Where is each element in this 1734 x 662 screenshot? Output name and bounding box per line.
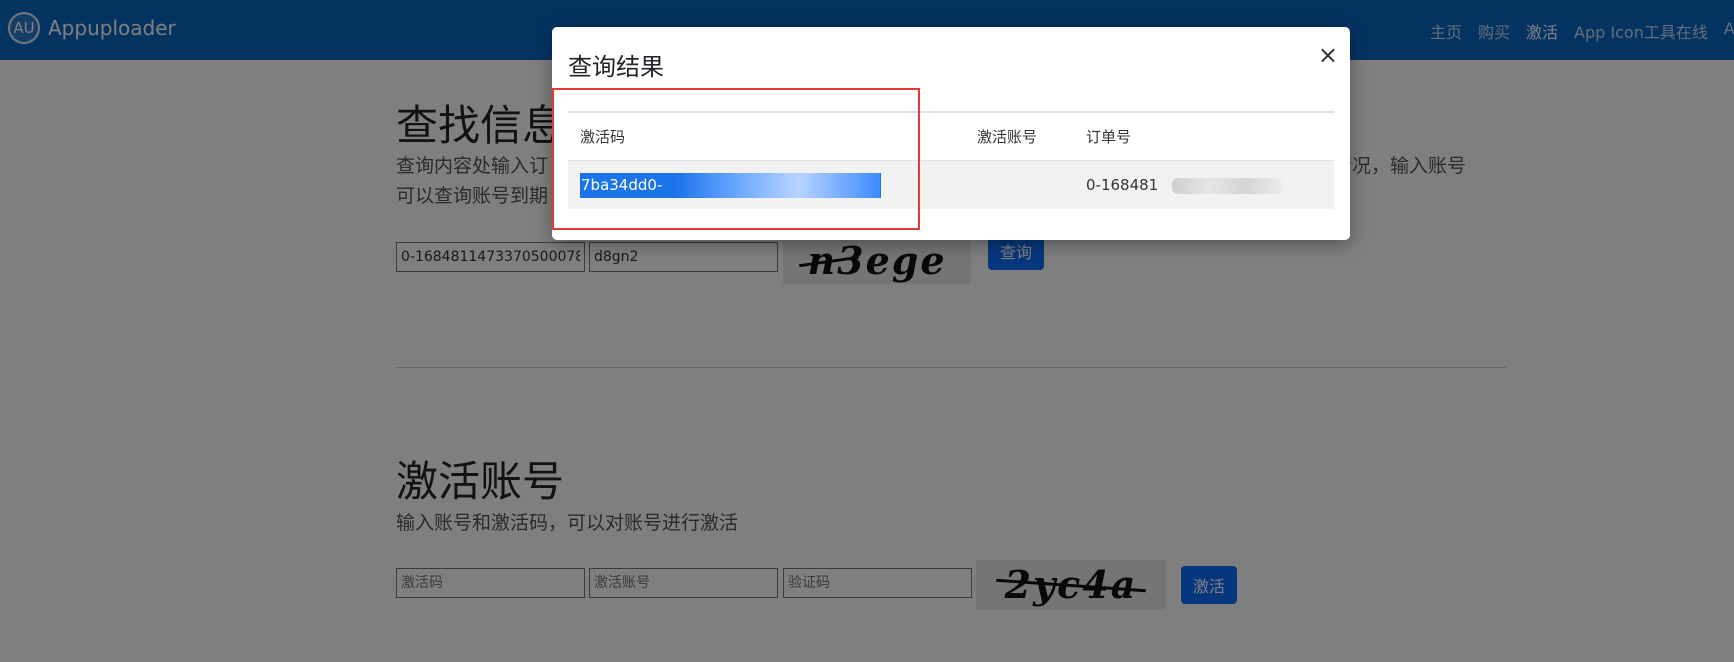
close-icon[interactable]: × (1318, 41, 1338, 69)
modal-title: 查询结果 (568, 53, 664, 81)
column-header-account: 激活账号 (977, 128, 1038, 146)
order-number-text: 0-168481 (1086, 176, 1159, 194)
redacted-blur (1172, 178, 1282, 194)
annotation-highlight-box (552, 88, 920, 230)
order-number-cell: 0-168481 (1086, 176, 1282, 194)
column-header-order: 订单号 (1086, 128, 1132, 146)
